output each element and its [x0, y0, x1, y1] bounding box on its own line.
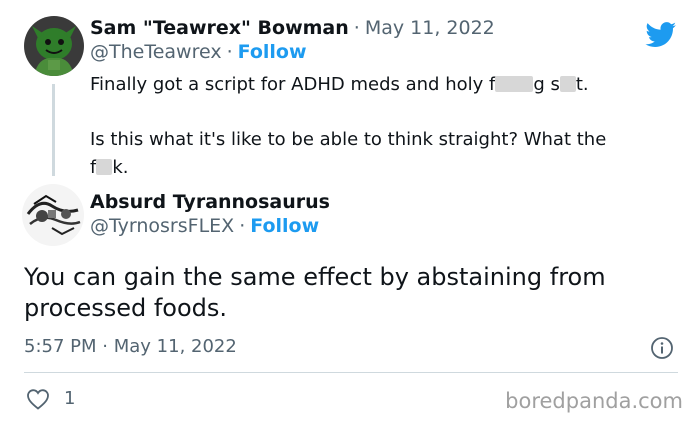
- twitter-bird-icon[interactable]: [645, 22, 677, 48]
- follow-button[interactable]: Follow: [238, 41, 307, 63]
- reply-line-1: Finally got a script for ADHD meds and h…: [90, 74, 589, 95]
- main-author-handle[interactable]: @TyrnosrsFLEX: [90, 215, 234, 237]
- reply-date[interactable]: May 11, 2022: [365, 17, 495, 39]
- separator-dot: ·: [239, 215, 246, 237]
- censor-block: [559, 76, 576, 92]
- thread-connector-line: [52, 84, 55, 176]
- avatar-green-creature-icon: [24, 16, 84, 76]
- divider: [24, 372, 678, 373]
- main-author-name[interactable]: Absurd Tyrannosaurus: [90, 191, 330, 213]
- reply-line-2: Is this what it's like to be able to thi…: [90, 129, 607, 150]
- follow-button[interactable]: Follow: [250, 215, 319, 237]
- tweet-timestamp[interactable]: 5:57 PM · May 11, 2022: [24, 336, 237, 357]
- info-icon[interactable]: [650, 336, 674, 360]
- separator-dot: ·: [226, 41, 233, 63]
- reply-line-3: f k.: [90, 157, 129, 178]
- reply-tweet-header: Sam "Teawrex" Bowman · May 11, 2022 @The…: [90, 17, 495, 63]
- heart-icon[interactable]: [26, 388, 50, 410]
- main-tweet-text: You can gain the same effect by abstaini…: [24, 263, 606, 322]
- tweet-date: May 11, 2022: [113, 336, 237, 357]
- censor-block: [96, 159, 113, 175]
- reply-author-handle[interactable]: @TheTeawrex: [90, 41, 222, 63]
- main-tweet-header: Absurd Tyrannosaurus @TyrnosrsFLEX · Fol…: [90, 191, 330, 237]
- reply-author-avatar[interactable]: [24, 16, 84, 76]
- reply-author-name[interactable]: Sam "Teawrex" Bowman: [90, 17, 349, 39]
- avatar-sketch-icon: [22, 184, 84, 246]
- watermark: boredpanda.com: [505, 389, 683, 413]
- main-author-avatar[interactable]: [22, 184, 84, 246]
- reply-tweet-text: Finally got a script for ADHD meds and h…: [90, 71, 670, 182]
- separator-dot: ·: [353, 17, 360, 39]
- like-count: 1: [64, 388, 76, 409]
- separator-dot: ·: [102, 336, 108, 357]
- tweet-time: 5:57 PM: [24, 336, 97, 357]
- censor-block: [495, 76, 534, 92]
